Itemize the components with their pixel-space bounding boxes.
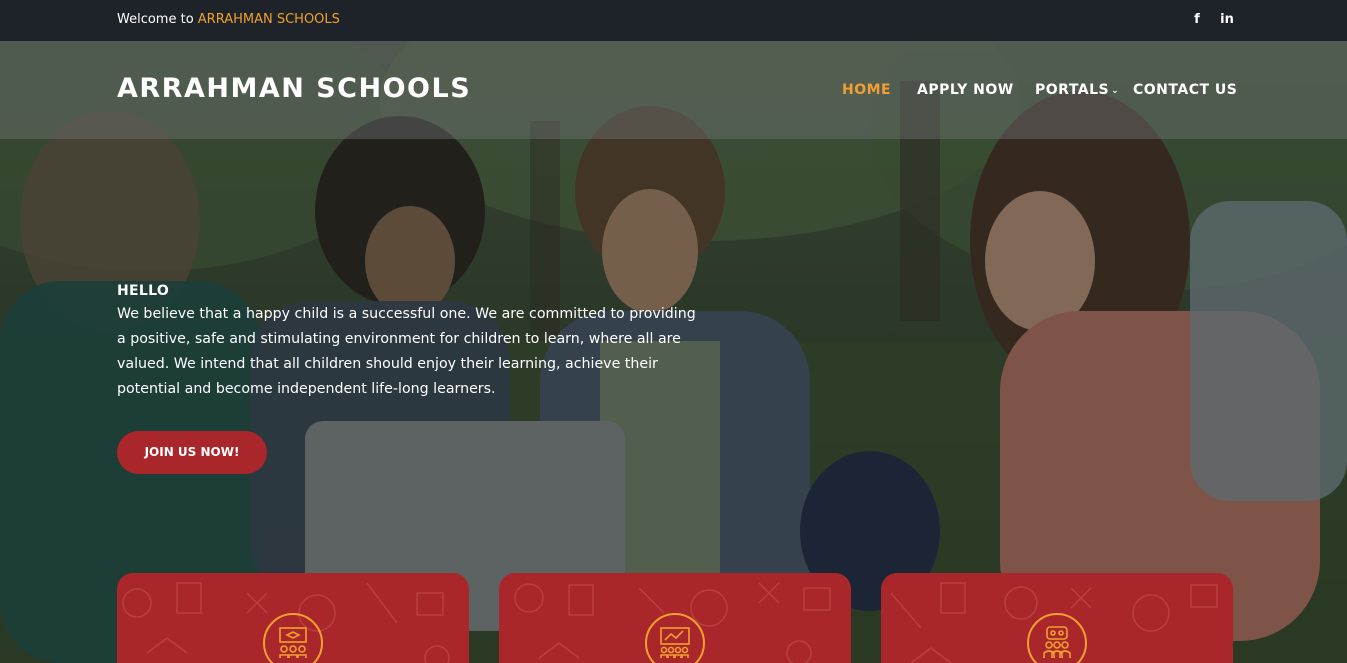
feature-card[interactable] <box>499 573 851 663</box>
facebook-icon[interactable]: f <box>1190 11 1204 29</box>
presentation-board-icon <box>660 627 690 658</box>
welcome-message: Welcome to ARRAHMAN SCHOOLS <box>117 12 340 27</box>
nav-home[interactable]: HOME <box>842 82 891 98</box>
classroom-teacher-icon <box>279 627 307 658</box>
feature-card[interactable] <box>881 573 1233 663</box>
top-bar: Welcome to ARRAHMAN SCHOOLS f in <box>0 0 1347 41</box>
join-us-button[interactable]: JOIN US NOW! <box>117 431 267 474</box>
welcome-prefix: Welcome to <box>117 12 198 27</box>
feature-card[interactable] <box>117 573 469 663</box>
student-group-icon <box>1043 626 1071 658</box>
nav-contact-us[interactable]: CONTACT US <box>1133 82 1237 98</box>
nav-apply-now[interactable]: APPLY NOW <box>917 82 1014 98</box>
chevron-down-icon: ⌄ <box>1111 86 1120 96</box>
welcome-brand: ARRAHMAN SCHOOLS <box>197 12 340 27</box>
linkedin-icon[interactable]: in <box>1218 11 1236 29</box>
hero-intro-text: We believe that a happy child is a succe… <box>117 306 696 397</box>
site-logo[interactable]: ARRAHMAN SCHOOLS <box>117 73 471 104</box>
nav-portals[interactable]: PORTALS ⌄ <box>1035 82 1119 98</box>
hero-greeting: HELLO <box>117 283 170 299</box>
nav-portals-label: PORTALS <box>1035 82 1110 98</box>
